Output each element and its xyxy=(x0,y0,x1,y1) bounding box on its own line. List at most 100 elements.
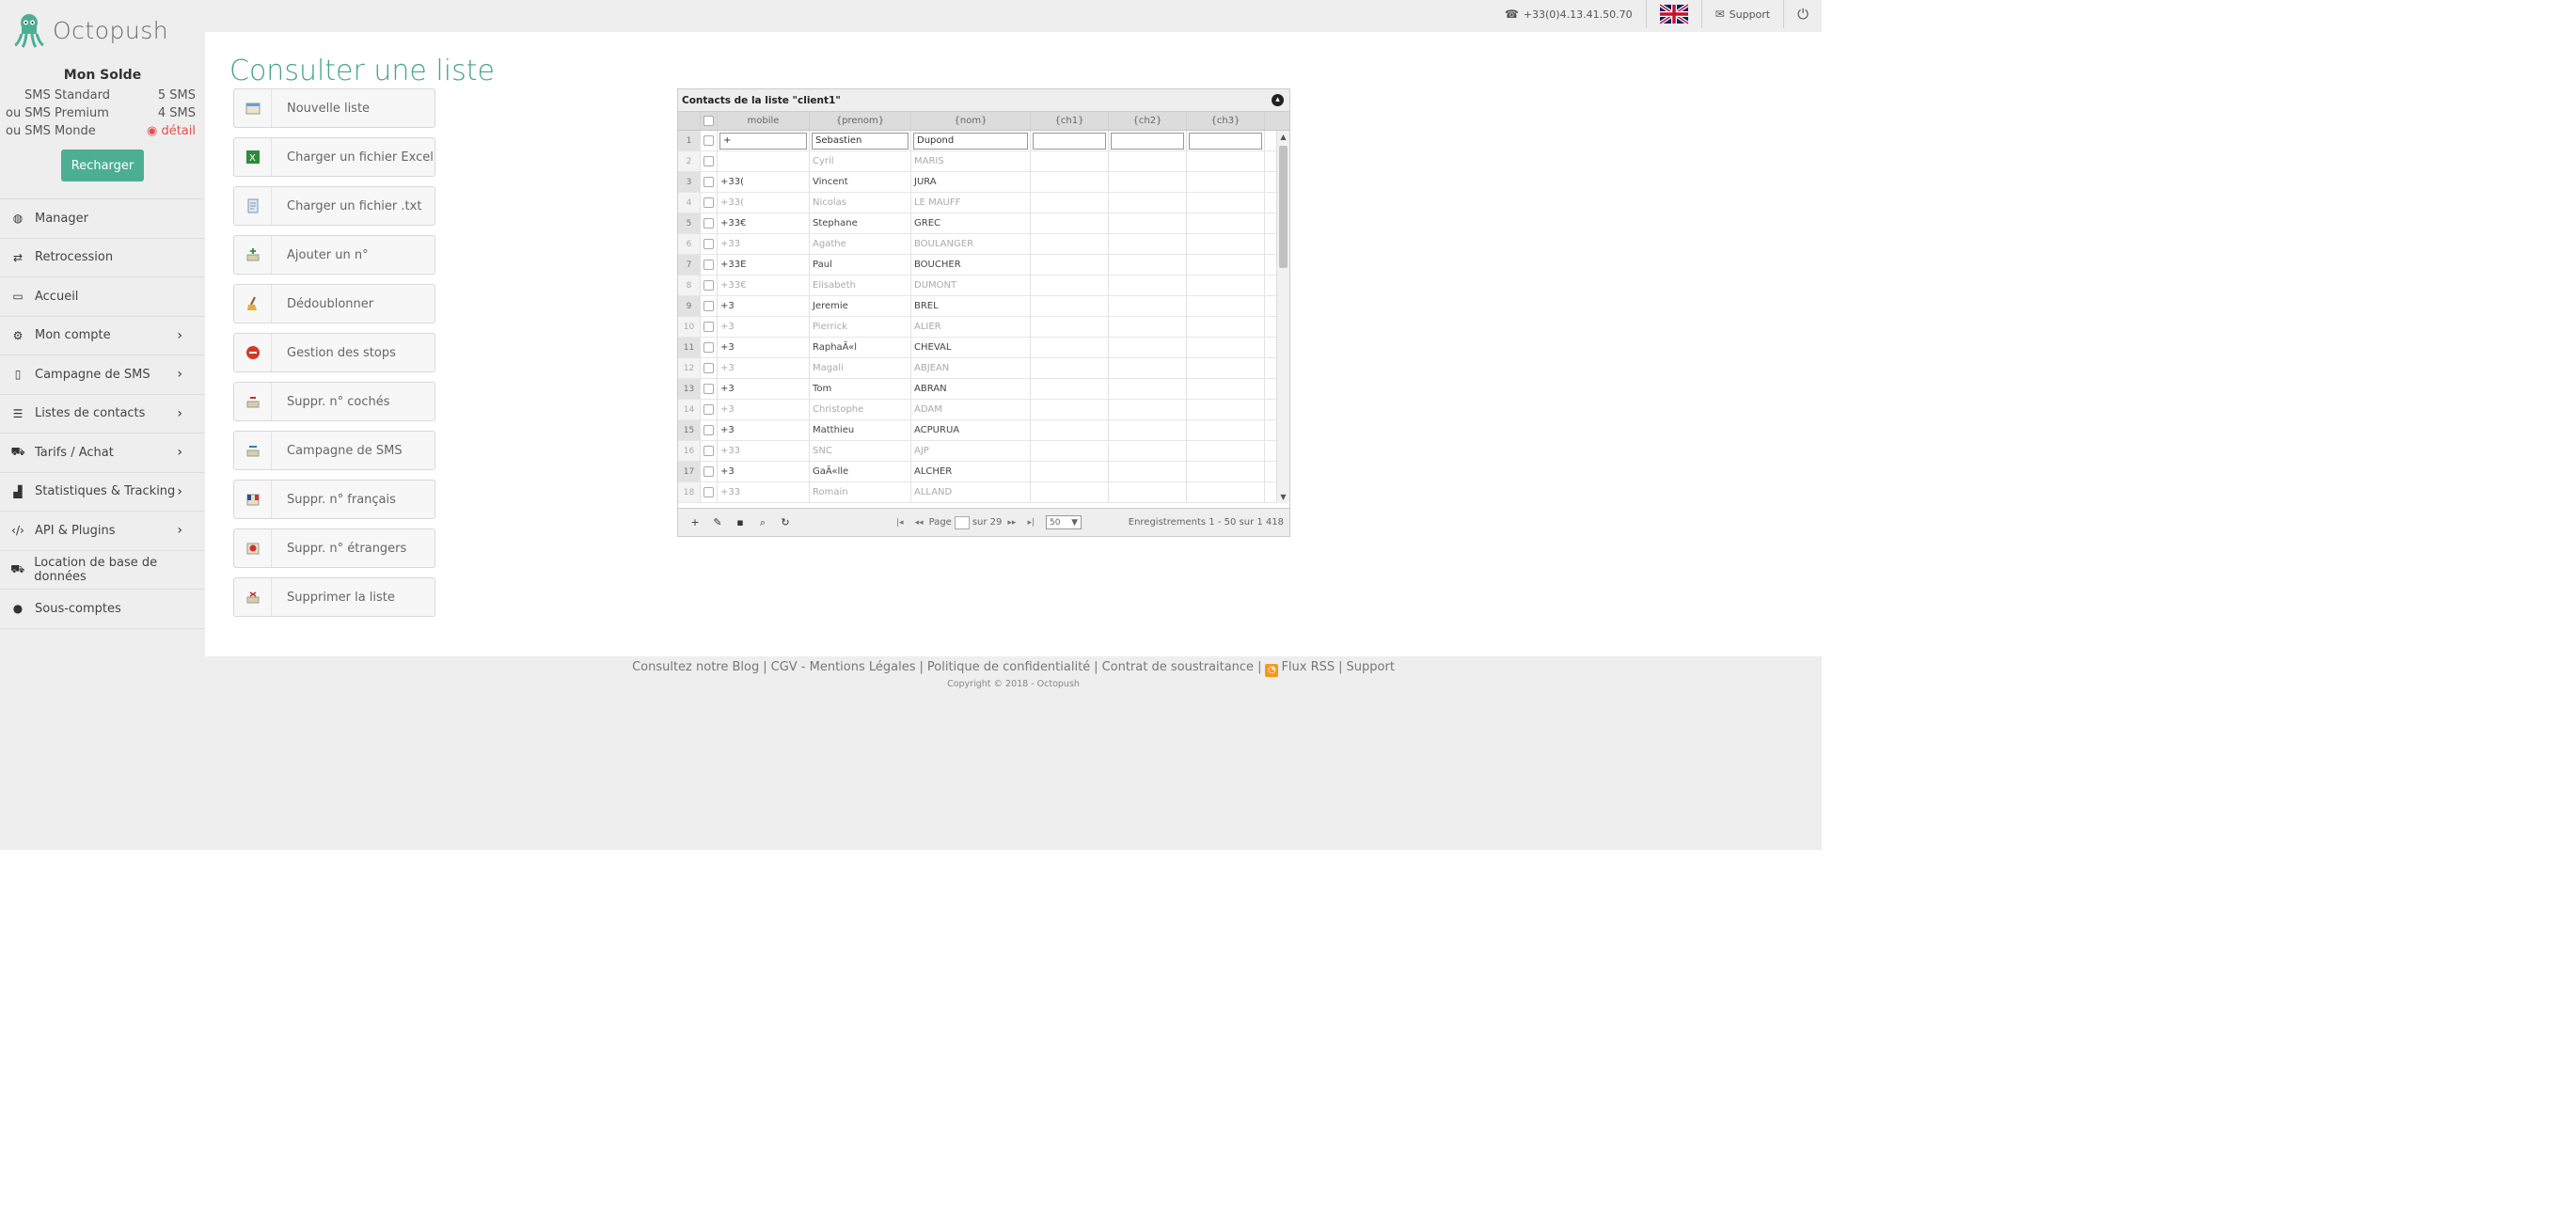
table-row[interactable]: 11 +3 RaphaÃ«l CHEVAL xyxy=(678,338,1289,358)
load-excel-button[interactable]: X Charger un fichier Excel xyxy=(233,137,435,177)
column-header-mobile[interactable]: mobile xyxy=(718,112,810,130)
prev-page-icon[interactable]: ◂◂ xyxy=(915,518,924,528)
sidebar-item-location-bdd[interactable]: ⛟ Location de base de données xyxy=(0,551,205,590)
row-checkbox-cell[interactable] xyxy=(701,151,718,171)
sidebar-item-tarifs[interactable]: ⛟ Tarifs / Achat › xyxy=(0,434,205,473)
table-row[interactable]: 14 +3 Christophe ADAM xyxy=(678,400,1289,420)
table-row[interactable]: 3 +33(Vincent JURA xyxy=(678,172,1289,193)
row-checkbox-cell[interactable] xyxy=(701,193,718,213)
edit-row-icon[interactable]: ✎ xyxy=(706,516,729,528)
row-checkbox[interactable] xyxy=(703,218,714,229)
row-checkbox[interactable] xyxy=(703,466,714,477)
table-row[interactable]: 6 +33 Agathe BOULANGER xyxy=(678,234,1289,255)
row-checkbox[interactable] xyxy=(703,135,714,146)
add-number-button[interactable]: Ajouter un n° xyxy=(233,235,435,275)
table-row[interactable]: 16 +33 SNC AJP xyxy=(678,441,1289,462)
table-row[interactable]: 17 +3 GaÃ«lle ALCHER xyxy=(678,462,1289,482)
edit-input-ch2[interactable] xyxy=(1111,132,1184,150)
table-row[interactable]: 12 +3 Magali ABJEAN xyxy=(678,358,1289,379)
row-checkbox[interactable] xyxy=(703,280,714,291)
row-checkbox[interactable] xyxy=(703,197,714,208)
row-checkbox-cell[interactable] xyxy=(701,296,718,316)
sidebar-item-retrocession[interactable]: ⇄ Retrocession xyxy=(0,239,205,277)
table-row[interactable]: 18 +33 Romain ALLAND xyxy=(678,482,1289,503)
row-checkbox-cell[interactable] xyxy=(701,338,718,357)
row-checkbox[interactable] xyxy=(703,156,714,166)
logo[interactable]: Octopush xyxy=(13,11,168,49)
sidebar-item-sous-comptes[interactable]: ● Sous-comptes xyxy=(0,590,205,629)
edit-input-ch3[interactable] xyxy=(1189,132,1262,150)
column-header-nom[interactable]: {nom} xyxy=(911,112,1031,130)
row-checkbox-cell[interactable] xyxy=(701,379,718,399)
row-checkbox-cell[interactable] xyxy=(701,462,718,481)
sidebar-item-api[interactable]: ‹/› API & Plugins › xyxy=(0,512,205,551)
scroll-up-icon[interactable]: ▲ xyxy=(1277,131,1289,143)
trash-icon[interactable]: ▪ xyxy=(729,516,751,528)
row-checkbox[interactable] xyxy=(703,487,714,497)
footer-link-rss[interactable]: Flux RSS xyxy=(1281,660,1335,674)
row-checkbox[interactable] xyxy=(703,177,714,187)
table-row[interactable]: 8 +33€ Elisabeth DUMONT xyxy=(678,276,1289,296)
column-header-ch3[interactable]: {ch3} xyxy=(1187,112,1265,130)
row-checkbox-cell[interactable] xyxy=(701,213,718,233)
row-checkbox-cell[interactable] xyxy=(701,276,718,295)
last-page-icon[interactable]: ▸| xyxy=(1027,518,1035,528)
per-page-select[interactable]: 50 ▼ xyxy=(1046,515,1082,529)
sms-campaign-button[interactable]: Campagne de SMS xyxy=(233,431,435,470)
column-header-ch1[interactable]: {ch1} xyxy=(1031,112,1109,130)
footer-link-cgv[interactable]: CGV - Mentions Légales xyxy=(771,660,916,674)
row-checkbox[interactable] xyxy=(703,384,714,394)
table-row[interactable]: 9 +3 Jeremie BREL xyxy=(678,296,1289,317)
logout-button[interactable]: ⏻ xyxy=(1783,0,1822,28)
edit-input-ch1[interactable] xyxy=(1033,132,1106,150)
footer-link-support[interactable]: Support xyxy=(1347,660,1395,674)
add-row-icon[interactable]: + xyxy=(684,516,706,528)
column-header-ch2[interactable]: {ch2} xyxy=(1109,112,1187,130)
sidebar-item-campagne-sms[interactable]: ▯ Campagne de SMS › xyxy=(0,355,205,395)
next-page-icon[interactable]: ▸▸ xyxy=(1007,518,1016,528)
column-header-prenom[interactable]: {prenom} xyxy=(810,112,911,130)
row-checkbox[interactable] xyxy=(703,260,714,270)
row-checkbox[interactable] xyxy=(703,301,714,311)
row-checkbox[interactable] xyxy=(703,404,714,415)
deduplicate-button[interactable]: Dédoublonner xyxy=(233,284,435,323)
sidebar-item-manager[interactable]: ◍ Manager xyxy=(0,199,205,239)
select-all-checkbox[interactable] xyxy=(703,116,714,126)
table-row[interactable]: 2 Cyril MARIS xyxy=(678,151,1289,172)
edit-input-nom[interactable] xyxy=(913,132,1028,150)
footer-link-blog[interactable]: Consultez notre Blog xyxy=(632,660,759,674)
scroll-down-icon[interactable]: ▼ xyxy=(1277,491,1289,503)
table-row[interactable]: 13 +3 Tom ABRAN xyxy=(678,379,1289,400)
search-icon[interactable]: ⌕ xyxy=(751,516,774,529)
new-list-button[interactable]: Nouvelle liste xyxy=(233,88,435,128)
table-row[interactable]: 7 +33E Paul BOUCHER xyxy=(678,255,1289,276)
row-checkbox[interactable] xyxy=(703,425,714,435)
row-checkbox-cell[interactable] xyxy=(701,317,718,337)
row-checkbox[interactable] xyxy=(703,446,714,456)
load-txt-button[interactable]: Charger un fichier .txt xyxy=(233,186,435,226)
table-row[interactable]: 4 +33(Nicolas LE MAUFF xyxy=(678,193,1289,213)
first-page-icon[interactable]: |◂ xyxy=(896,518,904,528)
footer-link-privacy[interactable]: Politique de confidentialité xyxy=(927,660,1090,674)
select-all-header[interactable] xyxy=(701,112,718,130)
row-checkbox-cell[interactable] xyxy=(701,482,718,502)
table-row[interactable]: 10 +3 Pierrick ALIER xyxy=(678,317,1289,338)
row-checkbox[interactable] xyxy=(703,363,714,373)
delete-foreign-button[interactable]: Suppr. n° étrangers xyxy=(233,528,435,568)
row-checkbox-cell[interactable] xyxy=(701,400,718,419)
edit-input-prenom[interactable] xyxy=(812,132,909,150)
recharge-button[interactable]: Recharger xyxy=(61,150,144,181)
page-input[interactable] xyxy=(954,515,970,529)
delete-checked-button[interactable]: Suppr. n° cochés xyxy=(233,382,435,421)
row-checkbox-cell[interactable] xyxy=(701,441,718,461)
sidebar-item-statistiques[interactable]: ▟ Statistiques & Tracking › xyxy=(0,473,205,512)
sidebar-item-mon-compte[interactable]: ⚙ Mon compte › xyxy=(0,317,205,355)
refresh-icon[interactable]: ↻ xyxy=(774,516,797,528)
delete-list-button[interactable]: Supprimer la liste xyxy=(233,577,435,617)
edit-input-mobile[interactable] xyxy=(719,132,807,150)
sidebar-item-accueil[interactable]: ▭ Accueil xyxy=(0,277,205,317)
row-checkbox-cell[interactable] xyxy=(701,358,718,378)
scroll-thumb[interactable] xyxy=(1279,146,1288,268)
table-row[interactable]: 15 +3 Matthieu ACPURUA xyxy=(678,420,1289,441)
footer-link-contract[interactable]: Contrat de soustraitance xyxy=(1102,660,1255,674)
